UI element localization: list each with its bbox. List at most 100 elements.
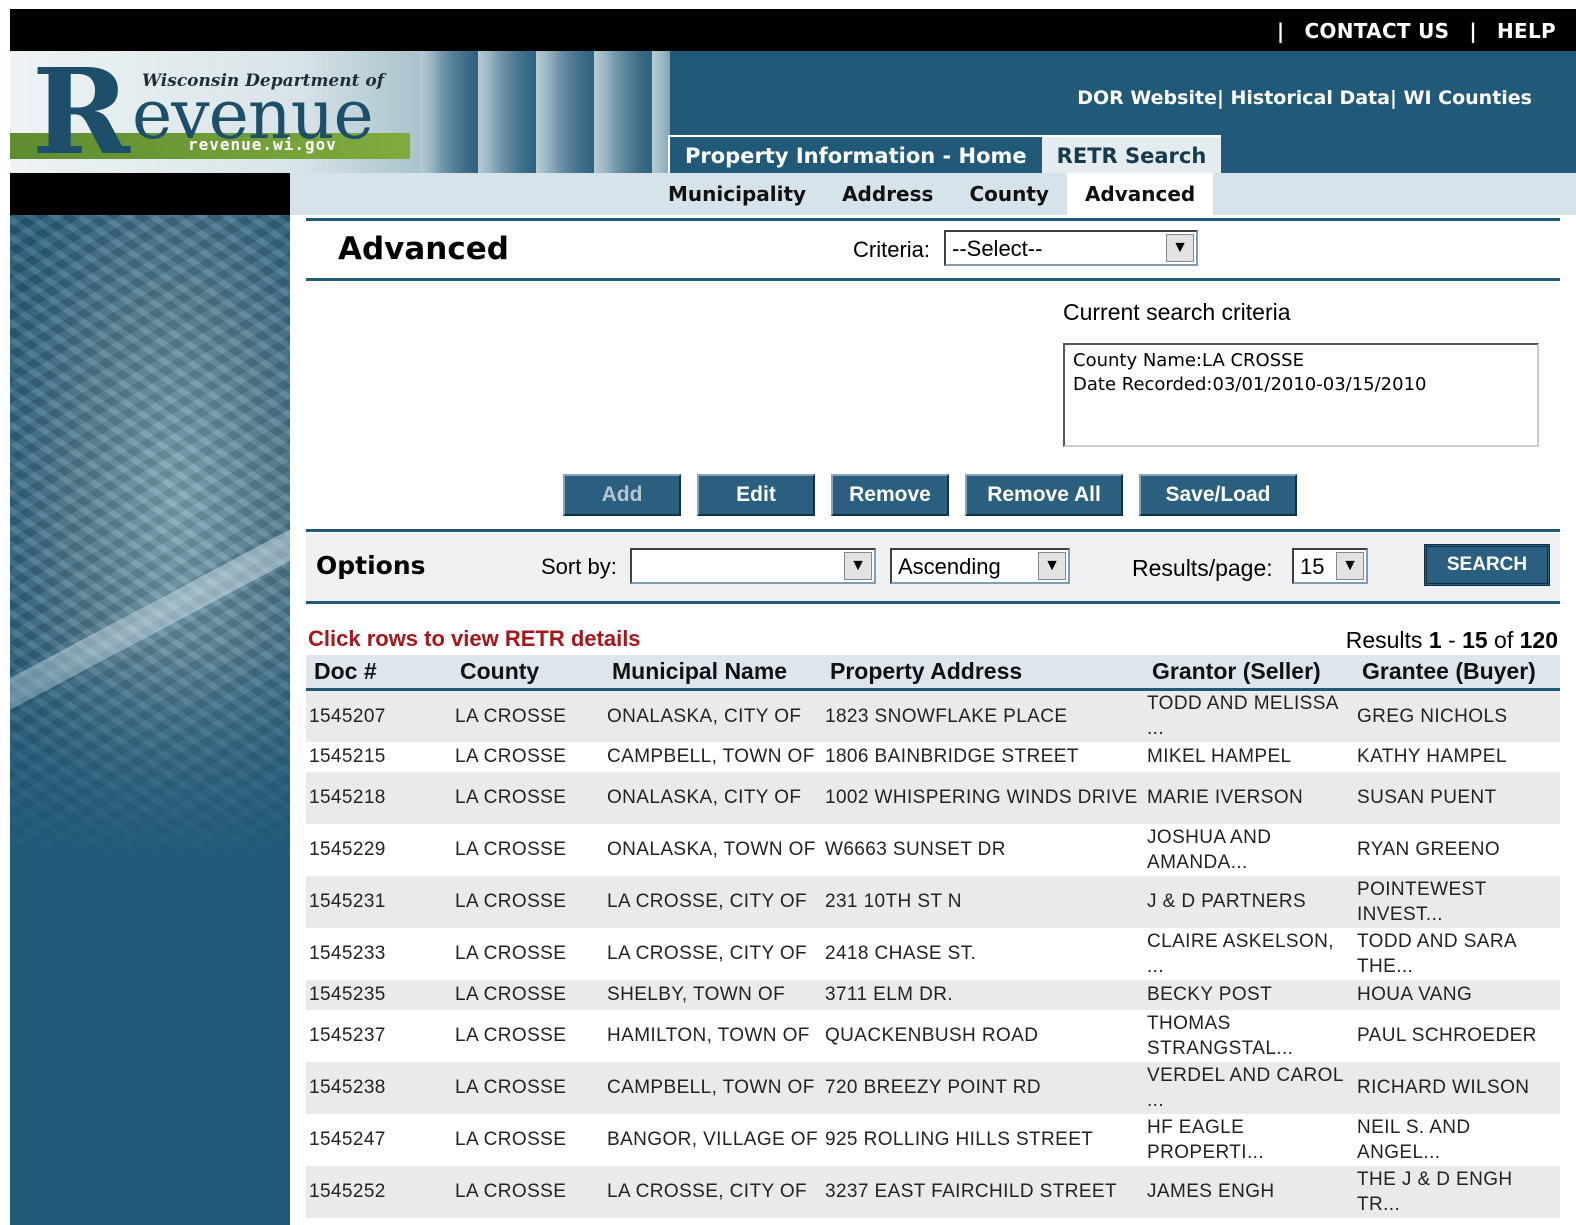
grantor-cell: MIKEL HAMPEL: [1144, 741, 1354, 772]
edit-button[interactable]: Edit: [697, 474, 815, 516]
grantor-cell: MARIE IVERSON: [1144, 771, 1354, 824]
table-row[interactable]: 1545237 LA CROSSE HAMILTON, TOWN OF QUACKEN…: [306, 1009, 1560, 1062]
save-load-button[interactable]: Save/Load: [1139, 474, 1297, 516]
current-criteria-list[interactable]: County Name:LA CROSSE Date Recorded:03/0…: [1063, 343, 1539, 447]
table-row[interactable]: 1545207 LA CROSSE ONALASKA, CITY OF 1823 SN…: [306, 689, 1560, 742]
tab-retr-search[interactable]: RETR Search: [1041, 135, 1222, 173]
county-cell: LA CROSSE: [452, 1165, 604, 1218]
sort-by-select[interactable]: ▼: [630, 548, 876, 584]
subnav-advanced[interactable]: Advanced: [1066, 173, 1214, 215]
column-header-property-address[interactable]: Property Address: [822, 655, 1144, 691]
criteria-label: Criteria:: [853, 237, 931, 262]
table-row[interactable]: 1545238 LA CROSSE CAMPBELL, TOWN OF 720 BRE…: [306, 1061, 1560, 1114]
add-button[interactable]: Add: [563, 474, 681, 516]
chevron-down-icon[interactable]: ▼: [1336, 552, 1364, 580]
page-title: Advanced: [338, 231, 509, 267]
remove-button[interactable]: Remove: [831, 474, 949, 516]
divider: [306, 278, 1560, 281]
grantor-cell: BECKY POST: [1144, 979, 1354, 1010]
results-of: of: [1487, 627, 1520, 653]
subnav-address[interactable]: Address: [824, 173, 951, 215]
table-row[interactable]: 1545231 LA CROSSE LA CROSSE, CITY OF 231 10…: [306, 875, 1560, 928]
neighborhood-photo: [10, 215, 290, 865]
search-button[interactable]: SEARCH: [1424, 544, 1550, 586]
table-row[interactable]: 1545229 LA CROSSE ONALASKA, TOWN OF W6663 S…: [306, 823, 1560, 876]
column-header-municipal-name[interactable]: Municipal Name: [604, 655, 822, 691]
table-row[interactable]: 1545235 LA CROSSE SHELBY, TOWN OF 3711 ELM …: [306, 979, 1560, 1010]
results-per-page-select[interactable]: 15 ▼: [1292, 548, 1368, 584]
municipal-name-cell: SHELBY, TOWN OF: [604, 979, 822, 1010]
sidebar: [10, 215, 290, 1225]
tab-property-information-home[interactable]: Property Information - Home: [668, 135, 1042, 173]
criteria-item[interactable]: County Name:LA CROSSE: [1073, 349, 1529, 373]
doc-number-cell: 1545233: [306, 927, 452, 980]
site-header: R Wisconsin Department of evenue revenue…: [10, 51, 1576, 173]
options-bar: Options Sort by: ▼ Ascending ▼ Results/p…: [306, 533, 1560, 601]
help-link[interactable]: HELP: [1497, 19, 1556, 43]
remove-all-button[interactable]: Remove All: [965, 474, 1123, 516]
doc-number-cell: 1545231: [306, 875, 452, 928]
table-row[interactable]: 1545247 LA CROSSE BANGOR, VILLAGE OF 925 RO…: [306, 1113, 1560, 1166]
results-total: 120: [1519, 627, 1558, 653]
grantee-cell: PAUL SCHROEDER: [1354, 1009, 1560, 1062]
criteria-select[interactable]: --Select-- ▼: [944, 230, 1198, 266]
results-from: 1: [1428, 627, 1442, 653]
criteria-buttons: Add Edit Remove Remove All Save/Load: [563, 474, 1297, 516]
column-header-grantee[interactable]: Grantee (Buyer): [1354, 655, 1560, 691]
table-row[interactable]: 1545233 LA CROSSE LA CROSSE, CITY OF 2418 C…: [306, 927, 1560, 980]
table-row[interactable]: 1545252 LA CROSSE LA CROSSE, CITY OF 3237 E…: [306, 1165, 1560, 1218]
top-bar: | CONTACT US | HELP: [10, 9, 1576, 51]
table-row[interactable]: 1545218 LA CROSSE ONALASKA, CITY OF 1002 WH…: [306, 771, 1560, 824]
doc-number-cell: 1545252: [306, 1165, 452, 1218]
grantee-cell: RYAN GREENO: [1354, 823, 1560, 876]
table-row[interactable]: 1545215 LA CROSSE CAMPBELL, TOWN OF 1806 BA…: [306, 741, 1560, 772]
chevron-down-icon[interactable]: ▼: [1038, 552, 1066, 580]
results-summary: Results 1 - 15 of 120: [1346, 627, 1558, 654]
county-cell: LA CROSSE: [452, 979, 604, 1010]
municipal-name-cell: LA CROSSE, CITY OF: [604, 927, 822, 980]
click-rows-note: Click rows to view RETR details: [308, 626, 641, 651]
results-table-body: 1545207 LA CROSSE ONALASKA, CITY OF 1823 SN…: [306, 689, 1560, 1218]
table-header-row: Doc # County Municipal Name Property Add…: [306, 655, 1560, 691]
sort-by-label: Sort by:: [541, 554, 617, 579]
separator: |: [1469, 19, 1477, 43]
doc-number-cell: 1545247: [306, 1113, 452, 1166]
site-links[interactable]: DOR Website| Historical Data| WI Countie…: [1077, 87, 1532, 109]
grantee-cell: NEIL S. AND ANGEL...: [1354, 1113, 1560, 1166]
chevron-down-icon[interactable]: ▼: [1166, 234, 1194, 262]
column-header-county[interactable]: County: [452, 655, 604, 691]
doc-number-cell: 1545238: [306, 1061, 452, 1114]
municipal-name-cell: ONALASKA, CITY OF: [604, 689, 822, 742]
county-cell: LA CROSSE: [452, 927, 604, 980]
contact-us-link[interactable]: CONTACT US: [1304, 19, 1449, 43]
sort-order-select[interactable]: Ascending ▼: [890, 548, 1070, 584]
options-title: Options: [316, 551, 426, 580]
county-cell: LA CROSSE: [452, 741, 604, 772]
logo[interactable]: R Wisconsin Department of evenue revenue…: [10, 51, 420, 173]
photo-fade: [10, 645, 290, 865]
divider: [306, 218, 1560, 221]
municipal-name-cell: ONALASKA, TOWN OF: [604, 823, 822, 876]
municipal-name-cell: CAMPBELL, TOWN OF: [604, 741, 822, 772]
results-prefix: Results: [1345, 627, 1429, 653]
grantor-cell: J & D PARTNERS: [1144, 875, 1354, 928]
divider: [306, 529, 1560, 532]
municipal-name-cell: HAMILTON, TOWN OF: [604, 1009, 822, 1062]
chevron-down-icon[interactable]: ▼: [844, 552, 872, 580]
divider: [306, 601, 1560, 604]
property-address-cell: 2418 CHASE ST.: [822, 927, 1144, 980]
grantee-cell: KATHY HAMPEL: [1354, 741, 1560, 772]
subnav-county[interactable]: County: [951, 173, 1067, 215]
criteria-item[interactable]: Date Recorded:03/01/2010-03/15/2010: [1073, 373, 1529, 397]
main-tabs: Property Information - Home RETR Search: [668, 135, 1222, 173]
column-header-doc[interactable]: Doc #: [306, 655, 452, 691]
grantee-cell: GREG NICHOLS: [1354, 689, 1560, 742]
doc-number-cell: 1545237: [306, 1009, 452, 1062]
column-header-grantor[interactable]: Grantor (Seller): [1144, 655, 1354, 691]
results-to: 15: [1462, 627, 1488, 653]
top-links: | CONTACT US | HELP: [1277, 19, 1556, 43]
results-table: Doc # County Municipal Name Property Add…: [306, 655, 1560, 1218]
subnav-municipality[interactable]: Municipality: [650, 173, 824, 215]
grantee-cell: SUSAN PUENT: [1354, 771, 1560, 824]
property-address-cell: 1823 SNOWFLAKE PLACE: [822, 689, 1144, 742]
